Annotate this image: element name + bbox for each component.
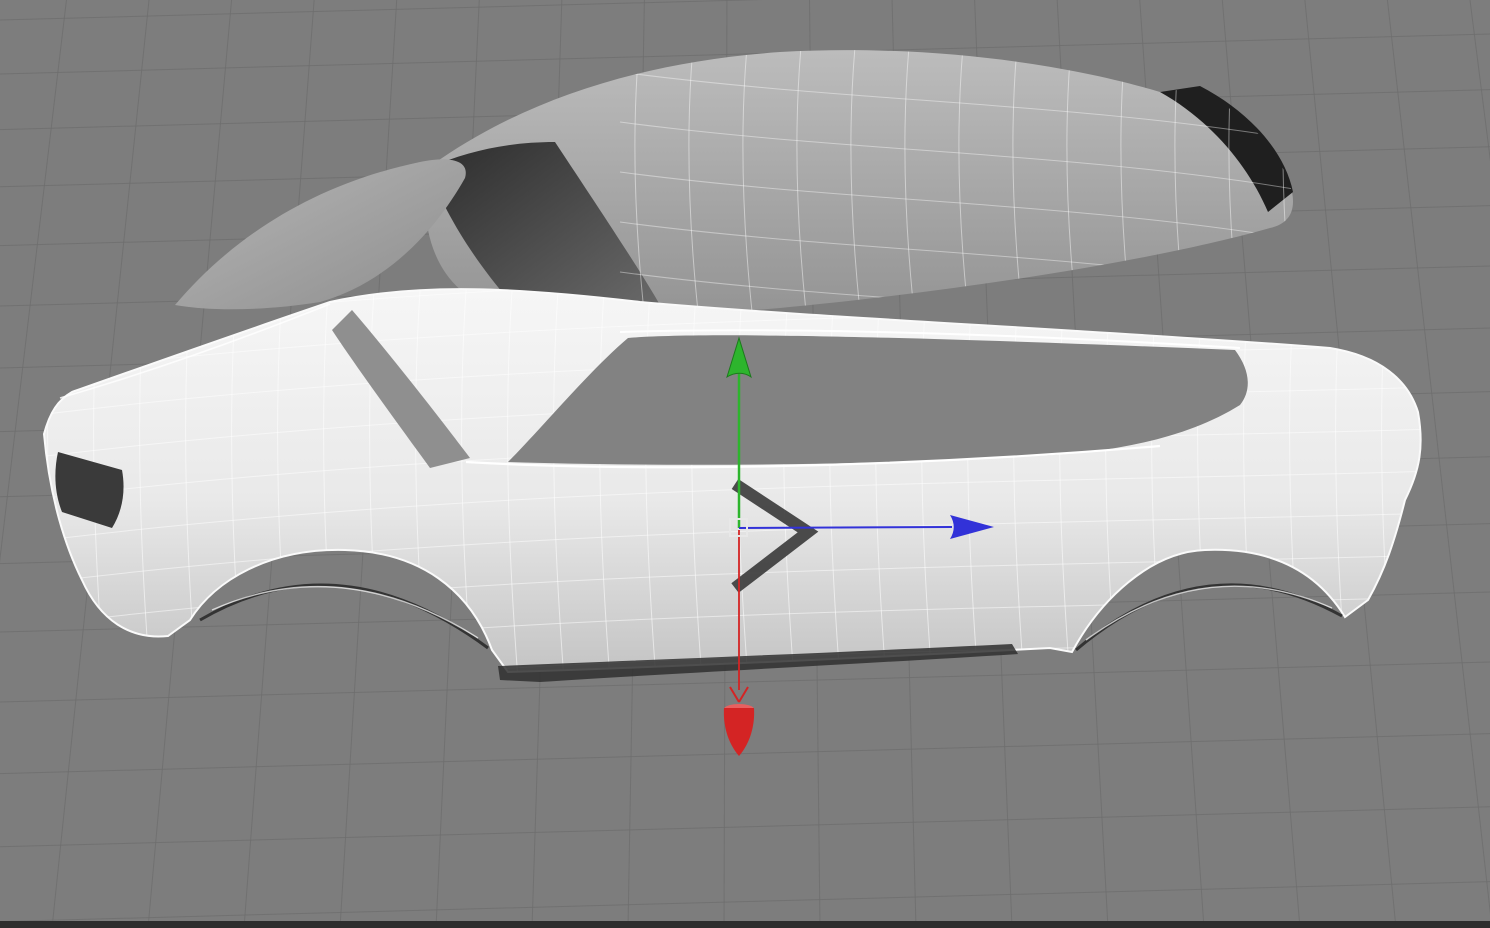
reference-mesh[interactable] — [175, 36, 1300, 340]
scene-canvas — [0, 0, 1490, 928]
front-wheel-arch-rim — [211, 585, 479, 639]
viewport-bottom-edge — [0, 921, 1490, 928]
rear-wheel-arch-rim — [1085, 585, 1333, 641]
reference-hood-panel[interactable] — [175, 159, 466, 310]
3d-viewport[interactable] — [0, 0, 1490, 928]
down-axis-cone[interactable] — [723, 708, 755, 756]
right-axis-handle[interactable] — [738, 526, 953, 529]
front-wheel-arch-shadow — [199, 583, 489, 650]
